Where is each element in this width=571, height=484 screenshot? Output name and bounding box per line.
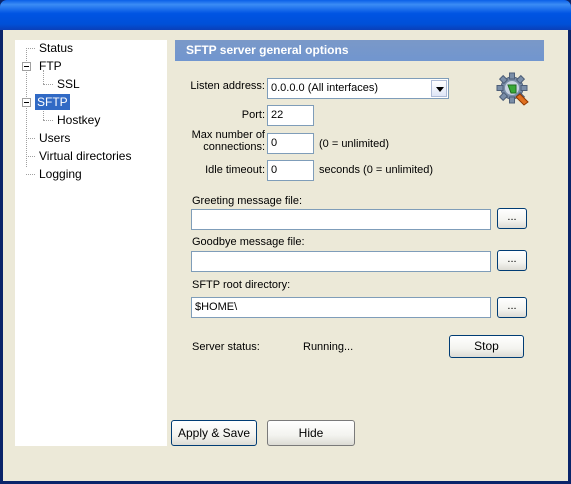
tree-item-ssl[interactable]: SSL <box>55 76 82 92</box>
idle-timeout-input[interactable]: 0 <box>267 160 314 181</box>
tree-item-hostkey[interactable]: Hostkey <box>55 112 102 128</box>
tree-item-virtual-directories[interactable]: Virtual directories <box>37 148 133 164</box>
goodbye-file-input[interactable] <box>191 251 491 272</box>
idle-timeout-hint: seconds (0 = unlimited) <box>319 164 434 176</box>
greeting-browse-button[interactable]: ... <box>497 208 527 229</box>
apply-save-button[interactable]: Apply & Save <box>171 420 257 446</box>
goodbye-browse-button[interactable]: ... <box>497 250 527 271</box>
root-directory-label: SFTP root directory: <box>192 279 291 291</box>
server-status-label: Server status: <box>192 341 260 353</box>
max-connections-label-line2: connections: <box>203 141 265 153</box>
tree-item-users[interactable]: Users <box>37 130 72 146</box>
gear-settings-icon <box>496 72 529 106</box>
root-browse-button[interactable]: ... <box>497 297 527 318</box>
app-window: Status FTP SSL SFTP Hostkey Users Virtua… <box>0 0 571 484</box>
tree-item-sftp[interactable]: SFTP <box>35 94 70 110</box>
tree-line <box>43 84 53 85</box>
idle-timeout-label: Idle timeout: <box>205 164 265 176</box>
greeting-file-label: Greeting message file: <box>192 195 303 207</box>
collapse-sftp-icon[interactable] <box>22 98 31 107</box>
tree-line <box>26 138 35 139</box>
tree-line <box>26 48 35 49</box>
tree-item-status[interactable]: Status <box>37 40 75 56</box>
max-connections-label-line1: Max number of <box>191 129 265 141</box>
title-bar[interactable] <box>0 0 571 30</box>
max-connections-label: Max number of connections: <box>175 129 265 153</box>
dropdown-arrow-icon[interactable] <box>431 80 447 97</box>
stop-button[interactable]: Stop <box>449 335 524 358</box>
hide-button[interactable]: Hide <box>267 420 355 446</box>
max-connections-input[interactable]: 0 <box>267 133 314 154</box>
tree-line <box>26 174 35 175</box>
tree-line <box>43 120 53 121</box>
window-body: Status FTP SSL SFTP Hostkey Users Virtua… <box>3 30 568 481</box>
greeting-file-input[interactable] <box>191 209 491 230</box>
goodbye-file-label: Goodbye message file: <box>192 236 305 248</box>
settings-tree: Status FTP SSL SFTP Hostkey Users Virtua… <box>15 40 167 446</box>
tree-item-ftp[interactable]: FTP <box>37 58 64 74</box>
port-label: Port: <box>241 109 265 121</box>
port-input[interactable]: 22 <box>267 105 314 126</box>
tree-item-logging[interactable]: Logging <box>37 166 84 182</box>
root-directory-input[interactable]: $HOME\ <box>191 297 491 318</box>
listen-address-select[interactable]: 0.0.0.0 (All interfaces) <box>267 78 449 99</box>
listen-address-label: Listen address: <box>190 80 265 92</box>
tree-line <box>26 156 35 157</box>
collapse-ftp-icon[interactable] <box>22 62 31 71</box>
max-connections-hint: (0 = unlimited) <box>319 138 390 150</box>
panel-header: SFTP server general options <box>175 40 544 61</box>
server-status-value: Running... <box>303 341 354 353</box>
listen-address-value: 0.0.0.0 (All interfaces) <box>271 82 378 94</box>
